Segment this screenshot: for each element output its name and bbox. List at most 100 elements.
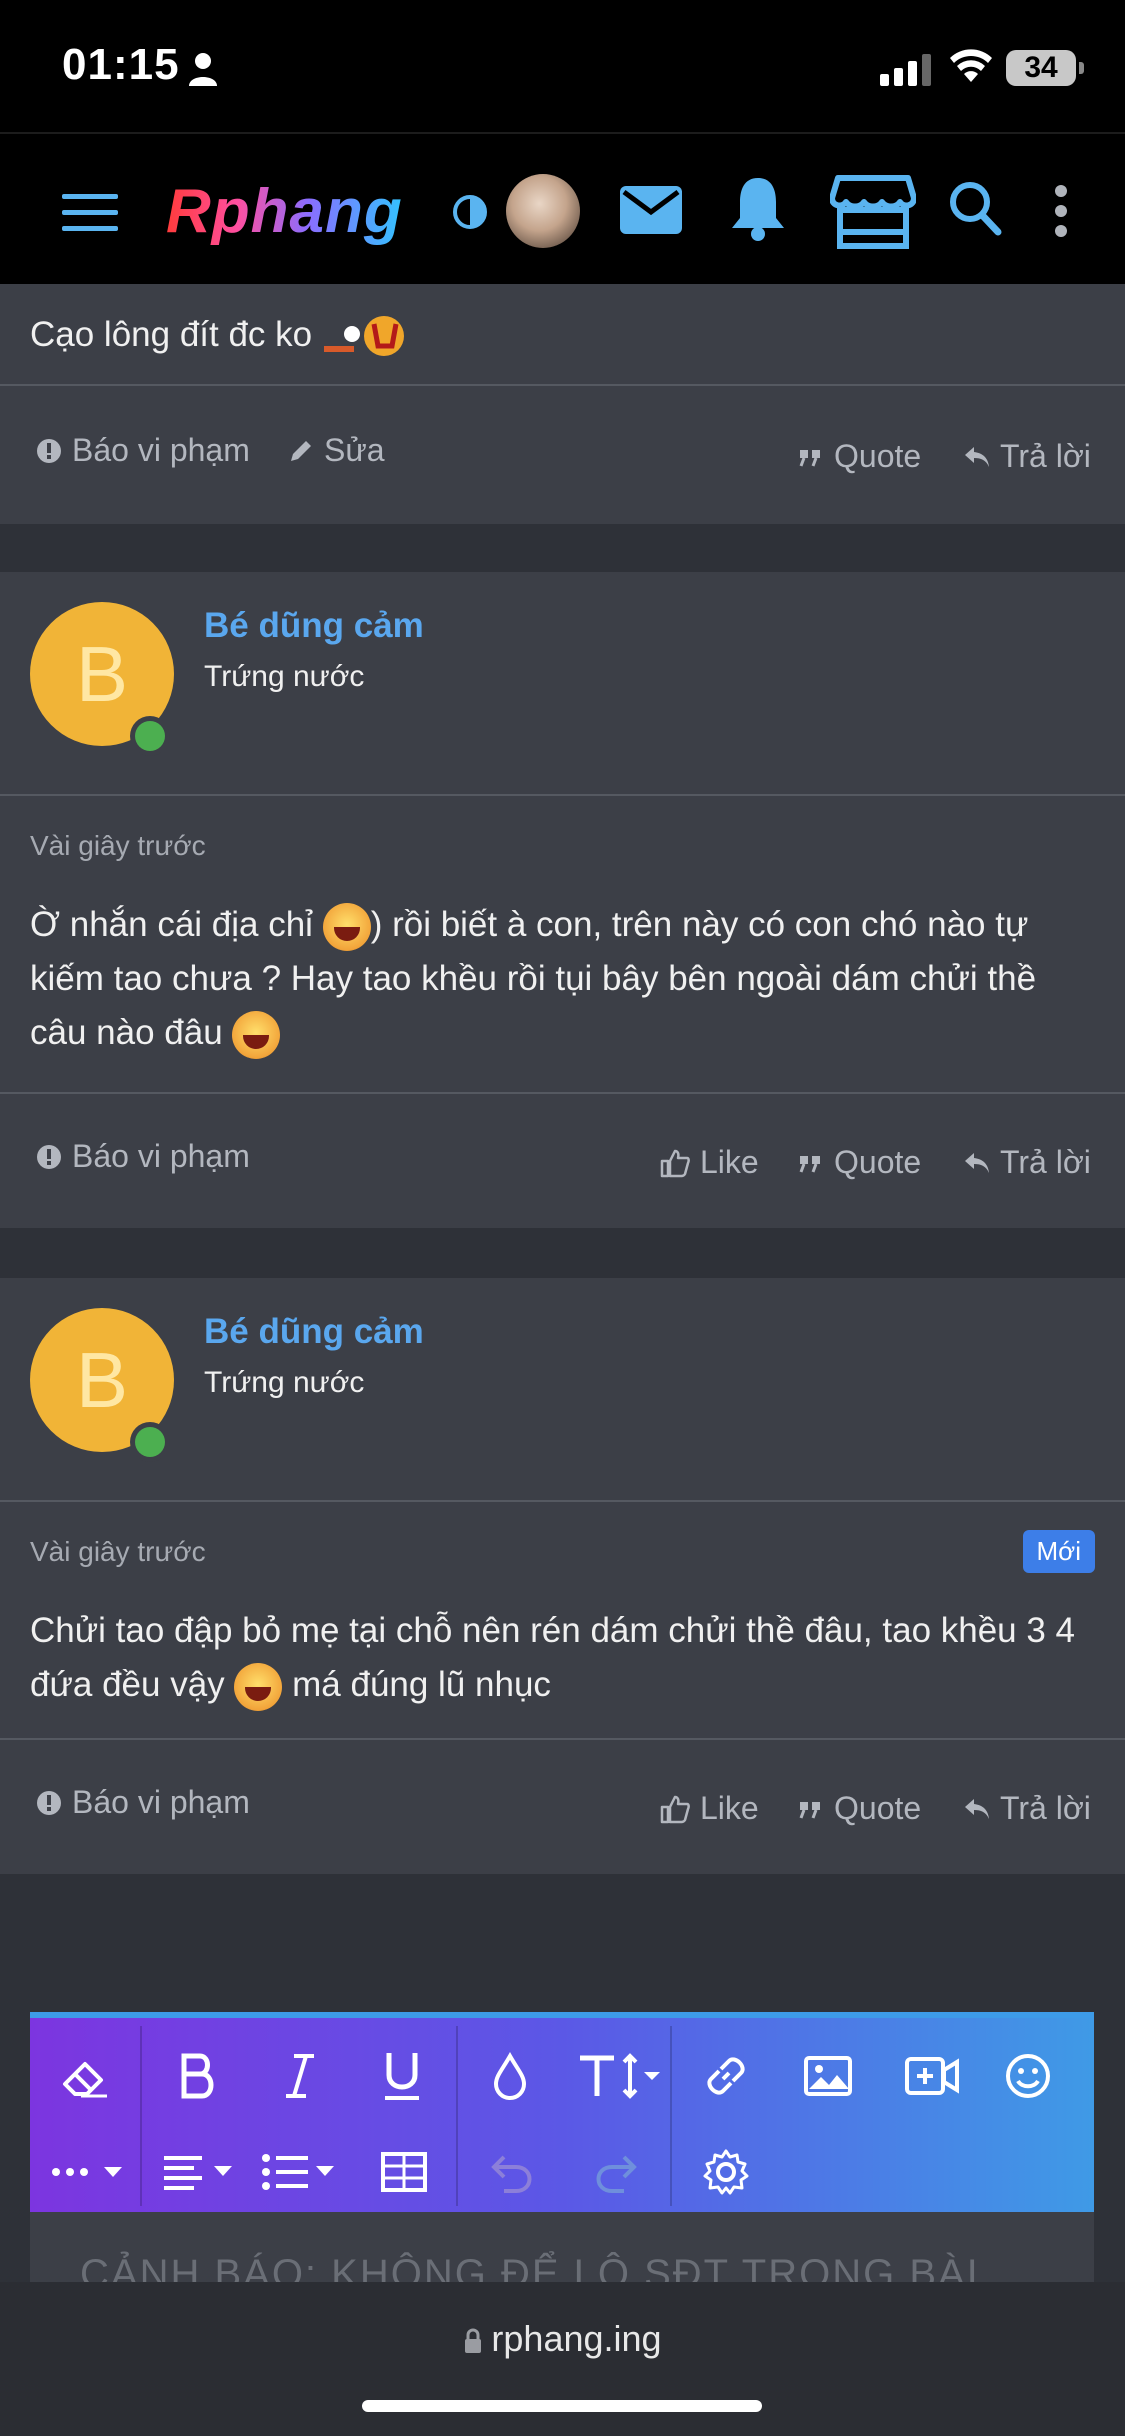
thumbs-up-icon <box>660 1795 690 1823</box>
pencil-icon <box>291 440 311 461</box>
laughing-emoji-icon <box>232 1010 281 1059</box>
site-logo[interactable]: Rphang <box>166 176 403 247</box>
store-icon[interactable] <box>830 174 916 250</box>
reply-button[interactable]: Trả lời <box>964 438 1091 475</box>
cellular-signal-icon <box>880 54 931 86</box>
link-icon <box>707 2057 745 2095</box>
redo-button[interactable] <box>584 2142 644 2202</box>
quote-label: Quote <box>834 1144 922 1180</box>
editor-input[interactable]: CẢNH BÁO: KHÔNG ĐỂ LỘ SĐT TRONG BÀI <box>30 2212 1094 2282</box>
redo-icon <box>596 2155 637 2193</box>
video-icon <box>905 2057 959 2095</box>
thumbs-up-icon <box>660 1149 690 1177</box>
browser-bar: rphang.ing <box>0 2282 1125 2436</box>
eraser-icon <box>63 2062 107 2098</box>
more-dots-icon <box>52 2167 122 2177</box>
bold-icon <box>181 2053 214 2099</box>
report-label: Báo vi phạm <box>72 1784 250 1820</box>
emoji-button[interactable] <box>998 2046 1058 2106</box>
settings-button[interactable] <box>696 2142 756 2202</box>
edit-button[interactable]: Sửa <box>288 432 385 469</box>
like-button[interactable]: Like <box>660 1790 759 1827</box>
clear-format-button[interactable] <box>56 2046 116 2106</box>
more-options-button[interactable] <box>48 2142 132 2202</box>
like-label: Like <box>700 1790 759 1826</box>
insert-video-button[interactable] <box>902 2046 962 2106</box>
report-label: Báo vi phạm <box>72 1138 250 1174</box>
font-size-button[interactable] <box>574 2046 664 2106</box>
insert-image-button[interactable] <box>798 2046 858 2106</box>
battery-indicator: 34 <box>1006 50 1084 86</box>
report-button[interactable]: Báo vi phạm <box>36 1784 250 1821</box>
theme-toggle-icon[interactable] <box>452 194 488 230</box>
online-status-icon <box>130 716 170 756</box>
undo-button[interactable] <box>484 2142 544 2202</box>
quote-button[interactable]: Quote <box>798 1144 921 1181</box>
username-link[interactable]: Bé dũng cảm <box>204 606 424 646</box>
alert-icon <box>37 438 61 463</box>
home-indicator[interactable] <box>362 2400 762 2412</box>
user-title: Trứng nước <box>204 660 365 693</box>
bold-button[interactable] <box>168 2046 228 2106</box>
mail-icon[interactable] <box>620 184 682 236</box>
post-timestamp[interactable]: Vài giây trước <box>30 830 206 862</box>
editor-toolbar <box>30 2012 1094 2212</box>
quote-icon <box>799 1155 820 1173</box>
reply-icon <box>965 1152 989 1173</box>
user-title: Trứng nước <box>204 1366 365 1399</box>
quote-icon <box>799 449 820 467</box>
quote-button[interactable]: Quote <box>798 1790 921 1827</box>
post-top: Cạo lông đít đc ko Báo vi phạm Sửa Quote… <box>0 284 1125 524</box>
underline-icon <box>385 2053 419 2100</box>
text-color-button[interactable] <box>480 2046 540 2106</box>
smiley-icon <box>1006 2054 1050 2098</box>
status-bar: 01:15 34 <box>0 0 1125 132</box>
new-badge: Mới <box>1022 1530 1095 1573</box>
like-label: Like <box>700 1144 759 1180</box>
person-icon <box>189 53 217 86</box>
user-avatar-button[interactable] <box>506 174 580 248</box>
reply-label: Trả lời <box>1000 1790 1091 1826</box>
reply-icon <box>965 446 989 467</box>
quote-icon <box>799 1801 820 1819</box>
bell-icon[interactable] <box>730 174 786 242</box>
status-time: 01:15 <box>62 40 180 89</box>
report-button[interactable]: Báo vi phạm <box>36 1138 250 1175</box>
italic-button[interactable] <box>270 2046 330 2106</box>
post-text-part: Chửi tao đập bỏ mẹ tại chỗ nên rén dám c… <box>30 1611 1076 1704</box>
reply-button[interactable]: Trả lời <box>964 1790 1091 1827</box>
underline-button[interactable] <box>372 2046 432 2106</box>
sticker-emoji-icon <box>322 312 412 362</box>
droplet-icon <box>493 2052 527 2100</box>
report-button[interactable]: Báo vi phạm <box>36 432 250 469</box>
lock-icon <box>465 2328 482 2353</box>
post: B Bé dũng cảm Trứng nước Vài giây trước … <box>0 572 1125 1228</box>
post: B Bé dũng cảm Trứng nước Vài giây trước … <box>0 1278 1125 1874</box>
table-button[interactable] <box>374 2142 434 2202</box>
post-body: Chửi tao đập bỏ mẹ tại chỗ nên rén dám c… <box>30 1604 1100 1712</box>
list-button[interactable] <box>260 2142 346 2202</box>
hamburger-menu-icon[interactable] <box>62 192 118 232</box>
reply-icon <box>965 1798 989 1819</box>
edit-label: Sửa <box>324 432 385 468</box>
search-icon[interactable] <box>948 180 1002 236</box>
post-text-part: má đúng lũ nhục <box>282 1665 551 1704</box>
undo-icon <box>491 2155 532 2193</box>
post-timestamp[interactable]: Vài giây trước <box>30 1536 206 1568</box>
gear-icon <box>703 2149 749 2195</box>
italic-icon <box>286 2054 314 2098</box>
like-button[interactable]: Like <box>660 1144 759 1181</box>
link-button[interactable] <box>696 2046 756 2106</box>
quote-button[interactable]: Quote <box>798 438 921 475</box>
more-options-icon[interactable] <box>1054 184 1068 238</box>
reply-button[interactable]: Trả lời <box>964 1144 1091 1181</box>
alert-icon <box>37 1790 61 1815</box>
quote-label: Quote <box>834 438 922 474</box>
align-button[interactable] <box>160 2142 244 2202</box>
reply-label: Trả lời <box>1000 1144 1091 1180</box>
post-text: Cạo lông đít đc ko <box>30 315 313 354</box>
reply-label: Trả lời <box>1000 438 1091 474</box>
username-link[interactable]: Bé dũng cảm <box>204 1312 424 1352</box>
url-field[interactable]: rphang.ing <box>0 2318 1125 2360</box>
laughing-emoji-icon <box>234 1662 283 1711</box>
